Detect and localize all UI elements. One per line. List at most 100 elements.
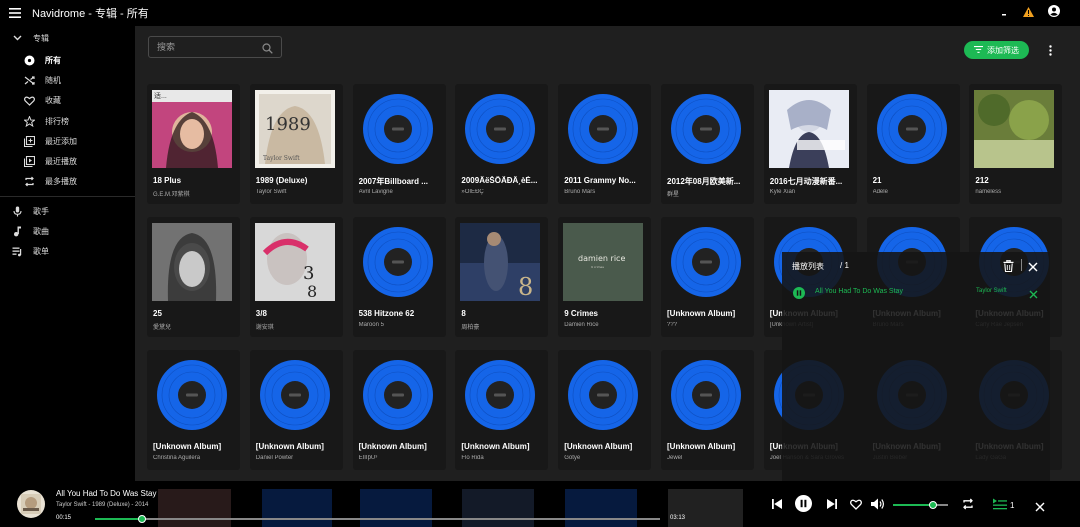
sidebar-item-songs[interactable]: 歌曲 bbox=[0, 221, 135, 241]
sidebar-item-artists[interactable]: 歌手 bbox=[0, 201, 135, 221]
album-artist[interactable]: »ÓÎÈÐÇ bbox=[461, 189, 547, 195]
album-card[interactable]: [Unknown Album] Christina Aguilera bbox=[147, 350, 240, 470]
album-card[interactable]: 2009ÄëŠÔÃÐÂ¸èÈ... »ÓÎÈÐÇ bbox=[455, 84, 549, 204]
close-player-icon[interactable] bbox=[1035, 499, 1045, 517]
album-card[interactable]: 2016七月动漫新番... Kyle Xian bbox=[763, 84, 857, 204]
album-card[interactable]: damien rice 9 crimes 9 Crimes Damien Rice bbox=[558, 217, 652, 337]
sidebar-item-most-played[interactable]: 最多播放 bbox=[0, 172, 135, 192]
album-artist[interactable]: Christina Aguilera bbox=[153, 455, 239, 461]
album-title[interactable]: 2016七月动漫新番... bbox=[770, 176, 856, 187]
album-cover[interactable] bbox=[357, 356, 438, 434]
sidebar-item-recently-added[interactable]: 最近添加 bbox=[0, 131, 135, 151]
album-cover[interactable]: 8 bbox=[460, 223, 541, 301]
album-card[interactable]: 2007年Billboard ... Avril Lavigne bbox=[352, 84, 446, 204]
album-cover[interactable] bbox=[768, 90, 849, 168]
album-artist[interactable]: Taylor Swift bbox=[256, 189, 342, 195]
album-artist[interactable]: Kyle Xian bbox=[770, 189, 856, 195]
album-cover[interactable]: 1989 Taylor Swift bbox=[254, 90, 335, 168]
search-icon[interactable] bbox=[262, 41, 273, 59]
album-card[interactable]: [Unknown Album] Flo Rida bbox=[455, 350, 549, 470]
sidebar-item-recently-played[interactable]: 最近播放 bbox=[0, 151, 135, 171]
favorite-icon[interactable] bbox=[850, 497, 862, 515]
album-title[interactable]: 21 bbox=[873, 176, 959, 185]
album-title[interactable]: [Unknown Album] bbox=[153, 442, 239, 451]
more-options-icon[interactable] bbox=[1045, 42, 1055, 58]
album-cover[interactable] bbox=[254, 356, 335, 434]
album-card[interactable]: [Unknown Album] Gotye bbox=[558, 350, 652, 470]
album-cover[interactable] bbox=[666, 90, 746, 168]
album-title[interactable]: [Unknown Album] bbox=[256, 442, 342, 451]
sidebar-item-top-rated[interactable]: 排行榜 bbox=[0, 111, 135, 131]
album-title[interactable]: 25 bbox=[153, 309, 239, 318]
delete-icon[interactable] bbox=[1003, 259, 1014, 277]
album-artist[interactable]: Maroon 5 bbox=[359, 322, 445, 328]
album-cover[interactable] bbox=[871, 90, 952, 168]
skip-next-icon[interactable] bbox=[826, 497, 838, 515]
album-title[interactable]: 538 Hitzone 62 bbox=[359, 309, 445, 318]
account-icon[interactable] bbox=[1048, 4, 1060, 22]
album-artist[interactable]: Adele bbox=[873, 189, 959, 195]
album-title[interactable]: [Unknown Album] bbox=[667, 442, 753, 451]
album-artist[interactable]: ??? bbox=[667, 322, 753, 328]
album-cover[interactable]: damien rice 9 crimes bbox=[563, 223, 644, 301]
album-cover[interactable] bbox=[357, 223, 438, 301]
sidebar-item-favorites[interactable]: 收藏 bbox=[0, 91, 135, 111]
album-cover[interactable] bbox=[460, 90, 541, 168]
album-cover[interactable] bbox=[563, 356, 644, 434]
album-title[interactable]: 8 bbox=[461, 309, 547, 318]
album-card[interactable]: [Unknown Album]??? bbox=[661, 217, 754, 337]
volume-icon[interactable] bbox=[871, 497, 885, 515]
warning-icon[interactable] bbox=[1023, 4, 1034, 22]
album-artist[interactable]: 愛黛兒 bbox=[153, 322, 239, 331]
album-title[interactable]: [Unknown Album] bbox=[564, 442, 650, 451]
album-title[interactable]: 18 Plus bbox=[153, 176, 239, 185]
album-card[interactable]: 2012年08月欧美新... 群星 bbox=[661, 84, 754, 204]
sidebar-item-all[interactable]: 所有 bbox=[0, 50, 135, 70]
progress-bar[interactable] bbox=[95, 515, 660, 523]
sidebar-item-playlists[interactable]: 歌单 bbox=[0, 242, 135, 262]
album-cover[interactable] bbox=[974, 90, 1055, 168]
album-cover[interactable] bbox=[666, 223, 746, 301]
album-title[interactable]: 2007年Billboard ... bbox=[359, 176, 445, 187]
menu-icon[interactable] bbox=[0, 0, 30, 26]
album-title[interactable]: 3/8 bbox=[256, 309, 342, 318]
album-cover[interactable] bbox=[563, 90, 644, 168]
album-artist[interactable]: G.E.M.邓紫棋 bbox=[153, 189, 239, 198]
search-input[interactable] bbox=[149, 37, 259, 57]
album-card[interactable]: 2011 Grammy No... Bruno Mars bbox=[558, 84, 652, 204]
add-filter-button[interactable]: 添加筛选 bbox=[964, 41, 1029, 59]
volume-slider[interactable] bbox=[893, 501, 948, 509]
album-card[interactable]: 1989 Taylor Swift 1989 (Deluxe) Taylor Swif… bbox=[249, 84, 343, 204]
album-card[interactable]: 适... 18 Plus G.E.M.邓紫棋 bbox=[147, 84, 240, 204]
album-artist[interactable]: 群星 bbox=[667, 189, 753, 198]
album-title[interactable]: 2012年08月欧美新... bbox=[667, 176, 753, 187]
album-cover[interactable] bbox=[666, 356, 746, 434]
album-cover[interactable] bbox=[152, 356, 232, 434]
sidebar-group-albums[interactable]: 专辑 bbox=[0, 26, 135, 50]
album-card[interactable]: [Unknown Album] Daniel Powter bbox=[249, 350, 343, 470]
remove-icon[interactable] bbox=[1029, 286, 1038, 304]
album-card[interactable]: 25 愛黛兒 bbox=[147, 217, 240, 337]
pause-circle-icon[interactable] bbox=[793, 286, 805, 304]
album-title[interactable]: 2009ÄëŠÔÃÐÂ¸èÈ... bbox=[461, 176, 547, 185]
album-cover[interactable]: 适... bbox=[152, 90, 232, 168]
pause-icon[interactable] bbox=[795, 495, 812, 517]
album-cover[interactable]: 38 bbox=[254, 223, 335, 301]
album-cover[interactable] bbox=[152, 223, 232, 301]
album-artist[interactable]: Gotye bbox=[564, 455, 650, 461]
album-artist[interactable]: nameless bbox=[975, 189, 1061, 195]
sidebar-item-random[interactable]: 随机 bbox=[0, 70, 135, 90]
album-title[interactable]: [Unknown Album] bbox=[667, 309, 753, 318]
album-artist[interactable]: Damien Rice bbox=[564, 322, 650, 328]
album-card[interactable]: [Unknown Album] ÈÎÏÍþÚ³ bbox=[352, 350, 446, 470]
album-artist[interactable]: Flo Rida bbox=[461, 455, 547, 461]
album-title[interactable]: 1989 (Deluxe) bbox=[256, 176, 342, 185]
album-card[interactable]: 538 Hitzone 62 Maroon 5 bbox=[352, 217, 446, 337]
album-artist[interactable]: Daniel Powter bbox=[256, 455, 342, 461]
queue-icon[interactable] bbox=[993, 497, 1007, 515]
album-cover[interactable] bbox=[460, 356, 541, 434]
album-title[interactable]: [Unknown Album] bbox=[461, 442, 547, 451]
album-artist[interactable]: ÈÎÏÍþÚ³ bbox=[359, 455, 445, 461]
album-card[interactable]: 8 8 周柏豪 bbox=[455, 217, 549, 337]
repeat-mode-icon[interactable] bbox=[962, 497, 974, 515]
